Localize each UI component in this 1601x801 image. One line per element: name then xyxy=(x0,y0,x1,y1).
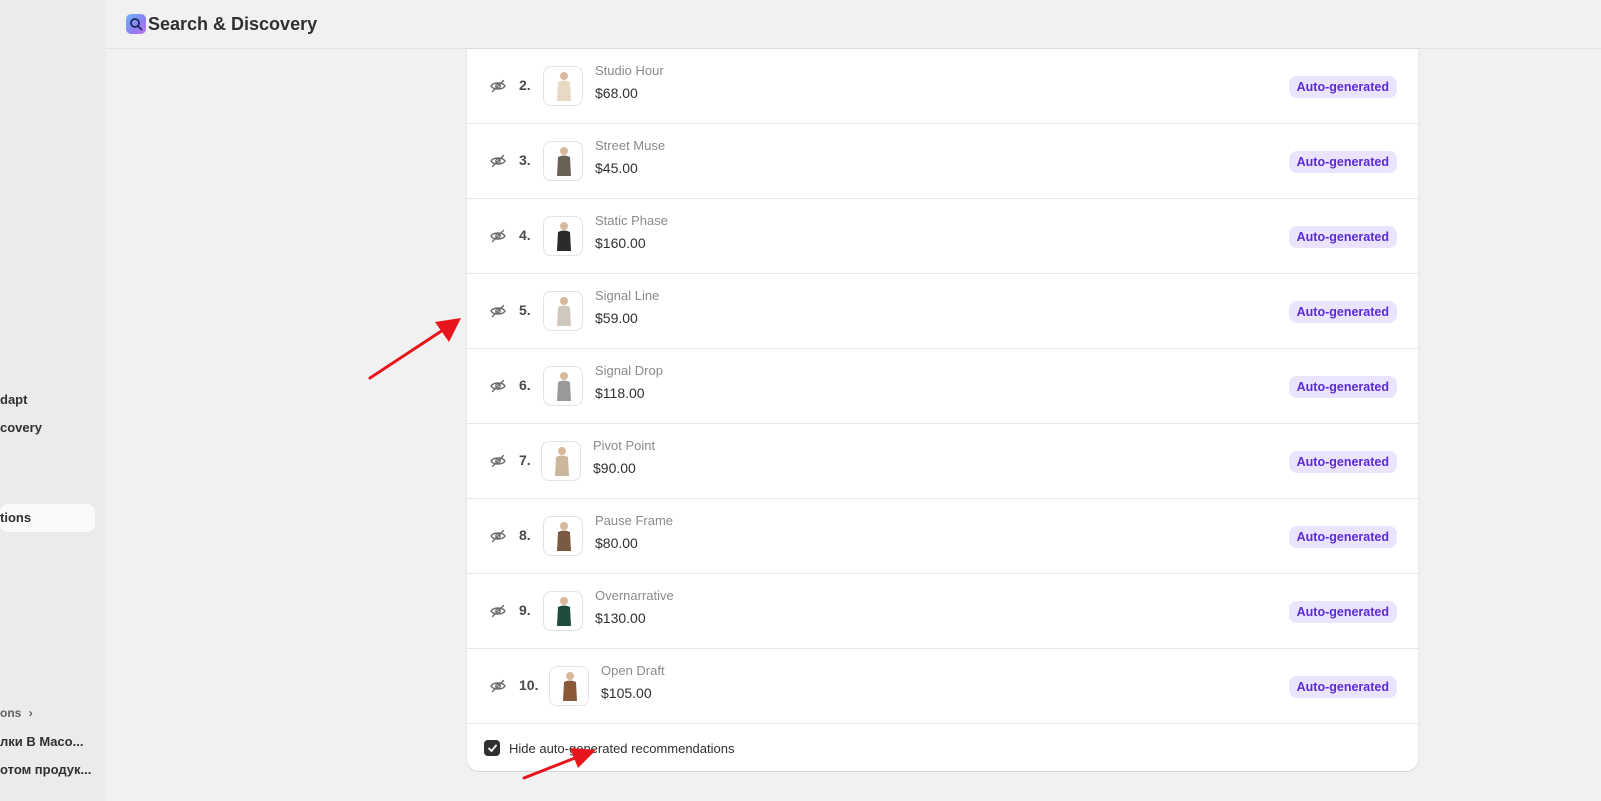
sidebar-item-recommendations[interactable]: tions xyxy=(0,504,95,532)
sidebar-item-label: ons xyxy=(0,706,22,720)
sidebar-item-pinned-1[interactable]: лки В Maco... xyxy=(0,734,83,749)
product-row[interactable]: 6. Signal Drop $118.00 Auto-generated xyxy=(467,349,1418,424)
sidebar-item-search-discovery[interactable]: covery xyxy=(0,420,42,435)
product-rank: 8. xyxy=(519,527,531,543)
eye-hidden-icon[interactable] xyxy=(489,152,507,170)
auto-generated-badge: Auto-generated xyxy=(1288,151,1397,173)
auto-generated-badge: Auto-generated xyxy=(1288,526,1397,548)
recommendations-card: 2. Studio Hour $68.00 Auto-generated 3. … xyxy=(467,49,1418,771)
product-name: Static Phase xyxy=(595,213,668,228)
product-rank: 6. xyxy=(519,377,531,393)
card-footer: Hide auto-generated recommendations xyxy=(467,724,1418,771)
product-price: $68.00 xyxy=(595,85,638,101)
product-price: $130.00 xyxy=(595,610,646,626)
product-price: $105.00 xyxy=(601,685,652,701)
hide-auto-generated-checkbox[interactable] xyxy=(484,740,500,756)
chevron-right-icon: › xyxy=(28,706,33,720)
product-thumbnail xyxy=(543,216,583,256)
product-price: $90.00 xyxy=(593,460,636,476)
search-discovery-app-icon xyxy=(126,14,146,34)
auto-generated-badge: Auto-generated xyxy=(1288,451,1397,473)
eye-hidden-icon[interactable] xyxy=(489,677,507,695)
product-name: Signal Line xyxy=(595,288,660,303)
auto-generated-badge: Auto-generated xyxy=(1288,226,1397,248)
product-price: $80.00 xyxy=(595,535,638,551)
app-title: Search & Discovery xyxy=(148,13,318,34)
product-name: Overnarrative xyxy=(595,588,674,603)
product-row[interactable]: 8. Pause Frame $80.00 Auto-generated xyxy=(467,499,1418,574)
product-price: $59.00 xyxy=(595,310,638,326)
auto-generated-badge: Auto-generated xyxy=(1288,601,1397,623)
product-rank: 2. xyxy=(519,77,531,93)
eye-hidden-icon[interactable] xyxy=(489,602,507,620)
auto-generated-badge: Auto-generated xyxy=(1288,676,1397,698)
eye-hidden-icon[interactable] xyxy=(489,77,507,95)
product-thumbnail xyxy=(543,591,583,631)
product-row[interactable]: 5. Signal Line $59.00 Auto-generated xyxy=(467,274,1418,349)
sidebar-item-pinned-2[interactable]: отом продук... xyxy=(0,762,91,777)
auto-generated-badge: Auto-generated xyxy=(1288,376,1397,398)
product-thumbnail xyxy=(543,291,583,331)
eye-hidden-icon[interactable] xyxy=(489,227,507,245)
product-price: $45.00 xyxy=(595,160,638,176)
product-thumbnail xyxy=(543,141,583,181)
product-thumbnail xyxy=(543,516,583,556)
product-name: Open Draft xyxy=(601,663,665,678)
annotation-arrow-icon xyxy=(368,318,461,380)
product-row[interactable]: 10. Open Draft $105.00 Auto-generated xyxy=(467,649,1418,724)
product-name: Signal Drop xyxy=(595,363,663,378)
app-header: Search & Discovery xyxy=(106,0,1601,49)
auto-generated-badge: Auto-generated xyxy=(1288,301,1397,323)
product-row[interactable]: 9. Overnarrative $130.00 Auto-generated xyxy=(467,574,1418,649)
product-price: $160.00 xyxy=(595,235,646,251)
product-thumbnail xyxy=(549,666,589,706)
product-name: Street Muse xyxy=(595,138,666,153)
product-name: Pivot Point xyxy=(593,438,656,453)
product-name: Pause Frame xyxy=(595,513,674,528)
sidebar-item-adapt[interactable]: dapt xyxy=(0,392,27,407)
sidebar-item-label: tions xyxy=(0,510,32,525)
product-thumbnail xyxy=(543,66,583,106)
product-row[interactable]: 2. Studio Hour $68.00 Auto-generated xyxy=(467,49,1418,124)
product-row[interactable]: 4. Static Phase $160.00 Auto-generated xyxy=(467,199,1418,274)
sidebar: dapt covery tions ons › лки В Maco... от… xyxy=(0,0,106,801)
eye-hidden-icon[interactable] xyxy=(489,377,507,395)
product-rank: 4. xyxy=(519,227,531,243)
product-name: Studio Hour xyxy=(595,63,664,78)
product-price: $118.00 xyxy=(595,385,645,401)
product-thumbnail xyxy=(541,441,581,481)
checkmark-icon xyxy=(487,744,497,752)
eye-hidden-icon[interactable] xyxy=(489,302,507,320)
hide-auto-generated-label[interactable]: Hide auto-generated recommendations xyxy=(509,741,734,756)
eye-hidden-icon[interactable] xyxy=(489,452,507,470)
product-rank: 10. xyxy=(519,677,539,693)
sidebar-item-collections[interactable]: ons › xyxy=(0,706,33,720)
product-thumbnail xyxy=(543,366,583,406)
product-rank: 9. xyxy=(519,602,531,618)
auto-generated-badge: Auto-generated xyxy=(1288,76,1397,98)
product-rank: 7. xyxy=(519,452,531,468)
product-row[interactable]: 3. Street Muse $45.00 Auto-generated xyxy=(467,124,1418,199)
product-rank: 3. xyxy=(519,152,531,168)
eye-hidden-icon[interactable] xyxy=(489,527,507,545)
product-row[interactable]: 7. Pivot Point $90.00 Auto-generated xyxy=(467,424,1418,499)
product-rank: 5. xyxy=(519,302,531,318)
